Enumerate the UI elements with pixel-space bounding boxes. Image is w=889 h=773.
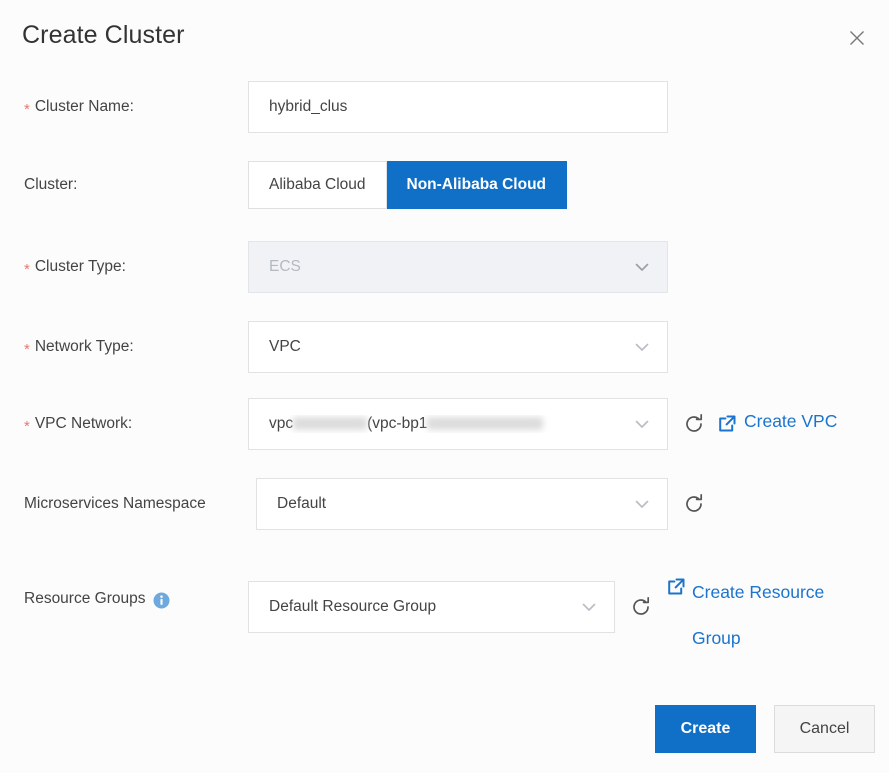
label-microservices-namespace: Microservices Namespace (24, 478, 206, 530)
form-row-microservices-namespace: Microservices Namespace Default (0, 478, 889, 530)
chevron-down-icon (578, 596, 600, 618)
vpc-network-value: vpc (vpc-bp1 (269, 415, 625, 433)
redacted-text (427, 417, 543, 430)
toggle-alibaba-cloud[interactable]: Alibaba Cloud (248, 161, 387, 209)
form-row-vpc-network: * VPC Network: vpc (vpc-bp1 (0, 398, 889, 450)
label-text: VPC Network: (35, 415, 132, 433)
resource-groups-value: Default Resource Group (269, 598, 572, 616)
microservices-namespace-select[interactable]: Default (256, 478, 668, 530)
cancel-button-label: Cancel (800, 720, 850, 738)
form-row-network-type: * Network Type: VPC (0, 321, 889, 373)
cluster-name-value: hybrid_clus (269, 98, 653, 116)
refresh-icon[interactable] (681, 411, 707, 437)
close-icon[interactable] (843, 24, 871, 52)
label-text: Network Type: (35, 338, 134, 356)
toggle-non-alibaba-cloud[interactable]: Non-Alibaba Cloud (387, 161, 568, 209)
label-resource-groups: Resource Groups (24, 573, 170, 625)
redacted-text (293, 417, 367, 430)
toggle-label: Alibaba Cloud (269, 176, 366, 194)
network-type-select[interactable]: VPC (248, 321, 668, 373)
refresh-icon[interactable] (681, 491, 707, 517)
form-row-resource-groups: Resource Groups Default Resource Group (0, 581, 889, 633)
create-button[interactable]: Create (655, 705, 756, 753)
label-cluster-name: * Cluster Name: (24, 81, 134, 133)
chevron-down-icon (631, 256, 653, 278)
microservices-namespace-value: Default (277, 495, 625, 513)
label-text: Cluster Type: (35, 258, 126, 276)
label-cluster: Cluster: (24, 161, 77, 209)
required-asterisk: * (24, 102, 30, 117)
external-link-icon[interactable] (714, 411, 740, 437)
chevron-down-icon (631, 336, 653, 358)
create-vpc-link[interactable]: Create VPC (744, 411, 837, 432)
form-row-cluster-type: * Cluster Type: ECS (0, 241, 889, 293)
required-asterisk: * (24, 419, 30, 434)
label-text: Resource Groups (24, 590, 145, 608)
info-icon[interactable] (153, 592, 170, 609)
label-cluster-type: * Cluster Type: (24, 241, 126, 293)
required-asterisk: * (24, 342, 30, 357)
cluster-name-input[interactable]: hybrid_clus (248, 81, 668, 133)
create-resource-group-link[interactable]: Create Resource Group (692, 569, 862, 661)
create-cluster-dialog: Create Cluster * Cluster Name: hybrid_cl… (0, 0, 889, 773)
vpc-value-middle: (vpc-bp1 (367, 415, 427, 432)
vpc-network-select[interactable]: vpc (vpc-bp1 (248, 398, 668, 450)
chevron-down-icon (631, 493, 653, 515)
refresh-icon[interactable] (628, 594, 654, 620)
cluster-type-select: ECS (248, 241, 668, 293)
toggle-label: Non-Alibaba Cloud (407, 176, 547, 194)
cancel-button[interactable]: Cancel (774, 705, 875, 753)
external-link-icon[interactable] (663, 574, 689, 600)
create-button-label: Create (681, 720, 731, 738)
label-vpc-network: * VPC Network: (24, 398, 132, 450)
form-row-cluster-name: * Cluster Name: hybrid_clus (0, 81, 889, 133)
cluster-type-value: ECS (269, 258, 625, 276)
required-asterisk: * (24, 262, 30, 277)
label-text: Cluster: (24, 176, 77, 194)
resource-groups-select[interactable]: Default Resource Group (248, 581, 615, 633)
form-row-cluster: Cluster: Alibaba Cloud Non-Alibaba Cloud (0, 161, 889, 209)
cluster-toggle-group: Alibaba Cloud Non-Alibaba Cloud (248, 161, 567, 209)
label-text: Cluster Name: (35, 98, 134, 116)
page-title: Create Cluster (22, 21, 185, 50)
chevron-down-icon (631, 413, 653, 435)
label-network-type: * Network Type: (24, 321, 134, 373)
label-text: Microservices Namespace (24, 495, 206, 513)
network-type-value: VPC (269, 338, 625, 356)
vpc-value-prefix: vpc (269, 415, 293, 432)
